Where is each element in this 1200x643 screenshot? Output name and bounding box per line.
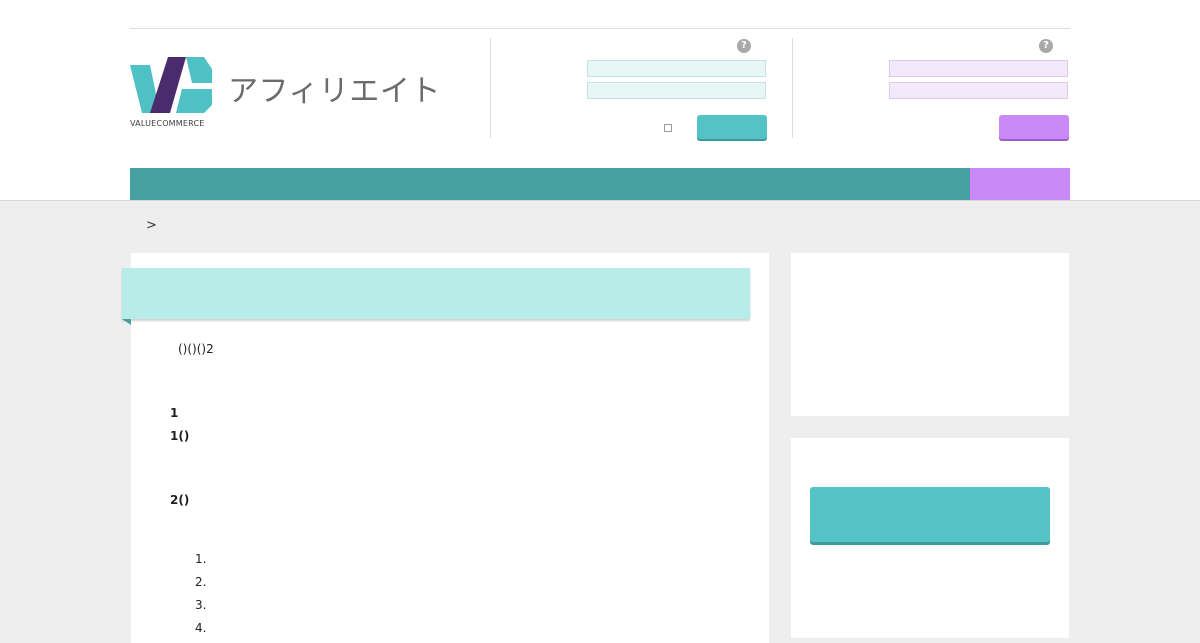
sidebar-card	[791, 253, 1069, 416]
list-item: 4.	[195, 621, 207, 635]
main-navigation[interactable]	[130, 168, 970, 200]
vc-mark-icon	[130, 57, 212, 113]
section-1-subtitle: 1()	[170, 429, 190, 443]
logo-wordmark: VALUECOMMERCE	[130, 119, 205, 128]
header-divider-2	[792, 38, 793, 138]
header-divider-1	[490, 38, 491, 138]
section-1-title: 1	[170, 406, 179, 420]
ribbon-fold	[122, 319, 131, 325]
header-top-divider	[130, 28, 1070, 29]
list-item: 3.	[195, 598, 207, 612]
site-title: アフィリエイト	[228, 74, 441, 109]
page-heading-ribbon	[122, 268, 750, 319]
sidebar-action-button[interactable]	[810, 487, 1050, 542]
affiliate-id-field[interactable]	[587, 60, 766, 77]
merchant-id-field[interactable]	[889, 60, 1068, 77]
intro-text: ()()()2	[178, 342, 214, 356]
breadcrumb-separator: >	[146, 218, 157, 233]
list-item: 2.	[195, 575, 207, 589]
list-item: 1.	[195, 552, 207, 566]
nav-accent-tab[interactable]	[970, 168, 1070, 200]
valuecommerce-logo[interactable]: VALUECOMMERCE	[130, 57, 212, 129]
affiliate-help-icon[interactable]: ?	[737, 39, 751, 53]
merchant-help-icon[interactable]: ?	[1039, 39, 1053, 53]
section-2-title: 2()	[170, 493, 190, 507]
merchant-password-field[interactable]	[889, 82, 1068, 99]
affiliate-login-button[interactable]	[697, 115, 767, 139]
merchant-login-button[interactable]	[999, 115, 1069, 139]
affiliate-password-field[interactable]	[587, 82, 766, 99]
remember-me-checkbox[interactable]	[664, 124, 672, 132]
